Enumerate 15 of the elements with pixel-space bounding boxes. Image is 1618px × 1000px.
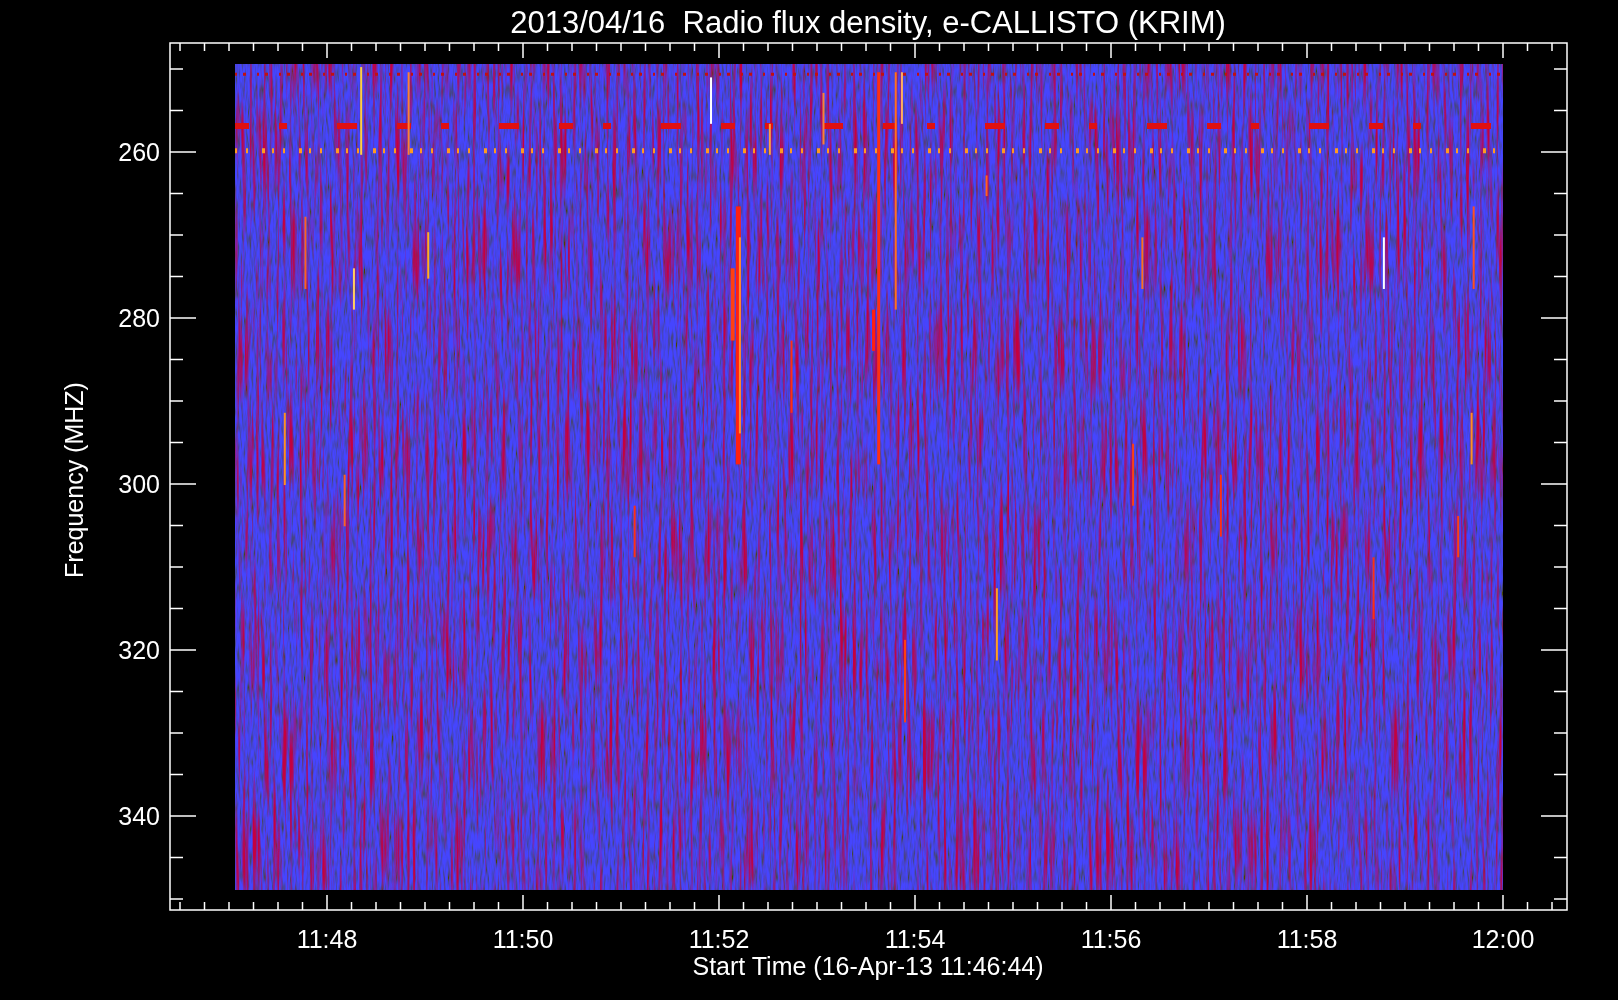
tick-label: 260 xyxy=(118,138,160,166)
tick-label: 11:50 xyxy=(492,925,554,953)
tick-label: 280 xyxy=(118,304,160,332)
tick-label: 11:56 xyxy=(1080,925,1142,953)
chart-title: 2013/04/16 Radio flux density, e-CALLISTO (KRIM) xyxy=(510,5,1226,40)
axis-label: Frequency (MHZ) xyxy=(60,382,88,578)
tick-label: 11:52 xyxy=(688,925,750,953)
tick-label: 320 xyxy=(118,636,160,664)
tick-label: 300 xyxy=(118,470,160,498)
tick-label: 11:58 xyxy=(1276,925,1338,953)
axis-label: Start Time (16-Apr-13 11:46:44) xyxy=(692,952,1044,980)
tick-label: 11:54 xyxy=(884,925,946,953)
tick-label: 12:00 xyxy=(1471,925,1535,953)
tick-label: 340 xyxy=(118,802,160,830)
tick-label: 11:48 xyxy=(296,925,358,953)
